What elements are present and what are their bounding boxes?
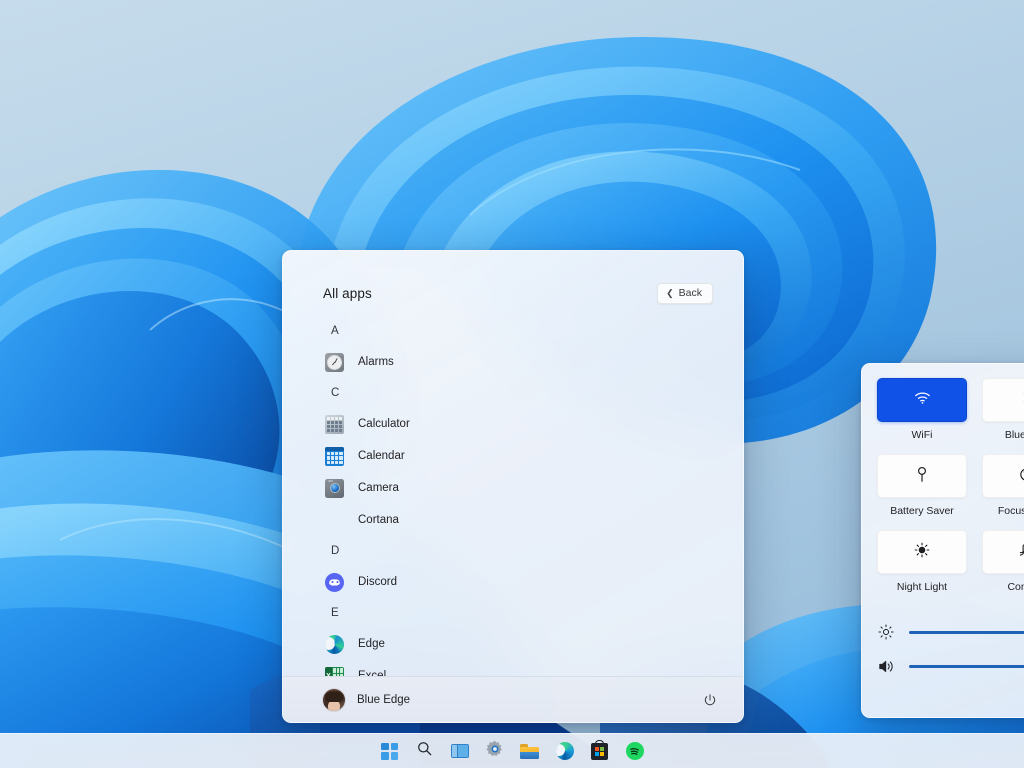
back-button[interactable]: ❮ Back (657, 283, 713, 304)
camera-icon (325, 479, 344, 498)
bluetooth-icon (1021, 389, 1024, 411)
taskbar-item-task-view[interactable] (443, 736, 477, 766)
app-label: Alarms (358, 356, 394, 368)
list-item[interactable]: Calendar (283, 440, 743, 472)
moon-icon (1020, 466, 1024, 486)
discord-icon (325, 573, 344, 592)
list-item[interactable]: Edge (283, 628, 743, 660)
list-item[interactable]: Cortana (283, 504, 743, 536)
quick-settings-panel[interactable]: WiFi Bluetooth Batt (861, 363, 1024, 718)
gear-icon (486, 740, 504, 763)
folder-icon (520, 744, 539, 759)
taskbar[interactable] (0, 733, 1024, 768)
quick-setting-wifi[interactable]: WiFi (877, 378, 967, 441)
taskbar-item-spotify[interactable] (618, 736, 652, 766)
app-label: Cortana (358, 514, 399, 526)
night-light-tile[interactable] (877, 530, 967, 574)
store-icon (591, 743, 608, 760)
taskbar-item-search[interactable] (408, 736, 442, 766)
quick-setting-night-light[interactable]: Night Light (877, 530, 967, 593)
quick-setting-connect[interactable]: Connect (982, 530, 1024, 593)
list-item[interactable]: X Excel (283, 660, 743, 676)
app-label: Excel (358, 670, 386, 676)
connect-tile[interactable] (982, 530, 1024, 574)
app-label: Camera (358, 482, 399, 494)
bluetooth-tile[interactable] (982, 378, 1024, 422)
calculator-icon (325, 415, 344, 434)
focus-assist-tile[interactable] (982, 454, 1024, 498)
chevron-left-icon: ❮ (666, 289, 674, 298)
section-header-d[interactable]: D (283, 536, 743, 566)
wifi-tile[interactable] (877, 378, 967, 422)
quick-settings-sliders (877, 615, 1024, 683)
app-label: Discord (358, 576, 397, 588)
volume-track[interactable] (909, 665, 1024, 668)
section-header-e[interactable]: E (283, 598, 743, 628)
excel-icon: X (325, 667, 344, 677)
quick-setting-label: Night Light (877, 581, 967, 593)
quick-setting-label: Bluetooth (982, 429, 1024, 441)
power-icon[interactable] (699, 689, 721, 711)
search-icon (416, 740, 433, 762)
night-light-icon (914, 542, 930, 563)
section-header-c[interactable]: C (283, 378, 743, 408)
taskbar-item-file-explorer[interactable] (513, 736, 547, 766)
quick-setting-focus-assist[interactable]: Focus assist (982, 454, 1024, 517)
app-label: Edge (358, 638, 385, 650)
brightness-icon (877, 623, 895, 641)
quick-setting-label: Connect (982, 581, 1024, 593)
page-title: All apps (323, 286, 372, 301)
cast-icon (1019, 543, 1024, 562)
taskbar-item-edge[interactable] (548, 736, 582, 766)
back-button-label: Back (679, 287, 702, 299)
battery-saver-tile[interactable] (877, 454, 967, 498)
alarms-icon (325, 353, 344, 372)
avatar (323, 689, 345, 711)
calendar-icon (325, 447, 344, 466)
app-label: Calendar (358, 450, 405, 462)
edge-icon (556, 742, 574, 760)
list-item[interactable]: Alarms (283, 346, 743, 378)
quick-setting-label: WiFi (877, 429, 967, 441)
quick-settings-tile-grid: WiFi Bluetooth Batt (877, 378, 1024, 593)
all-apps-list[interactable]: A Alarms C Calculator Calendar Camera Co… (283, 304, 743, 676)
cortana-icon (325, 511, 344, 530)
quick-setting-label: Focus assist (982, 505, 1024, 517)
brightness-slider[interactable] (877, 615, 1024, 649)
list-item[interactable]: Discord (283, 566, 743, 598)
list-item[interactable]: Camera (283, 472, 743, 504)
start-menu-footer: Blue Edge (283, 676, 743, 722)
quick-setting-label: Battery Saver (877, 505, 967, 517)
battery-saver-icon (915, 465, 929, 487)
quick-setting-battery-saver[interactable]: Battery Saver (877, 454, 967, 517)
windows-start-icon (381, 743, 398, 760)
user-account-button[interactable]: Blue Edge (323, 689, 410, 711)
spotify-icon (626, 742, 644, 760)
edge-icon (325, 635, 344, 654)
section-header-a[interactable]: A (283, 316, 743, 346)
start-menu-all-apps-panel[interactable]: All apps ❮ Back A Alarms C Calculator Ca… (282, 250, 744, 723)
start-menu-header: All apps ❮ Back (283, 251, 743, 304)
taskbar-item-settings[interactable] (478, 736, 512, 766)
taskbar-item-start[interactable] (373, 736, 407, 766)
taskbar-item-microsoft-store[interactable] (583, 736, 617, 766)
volume-slider[interactable] (877, 649, 1024, 683)
wifi-icon (914, 391, 931, 410)
app-label: Calculator (358, 418, 410, 430)
task-view-icon (451, 744, 469, 758)
brightness-track[interactable] (909, 631, 1024, 634)
list-item[interactable]: Calculator (283, 408, 743, 440)
volume-icon (877, 657, 895, 675)
quick-setting-bluetooth[interactable]: Bluetooth (982, 378, 1024, 441)
user-name-label: Blue Edge (357, 694, 410, 706)
